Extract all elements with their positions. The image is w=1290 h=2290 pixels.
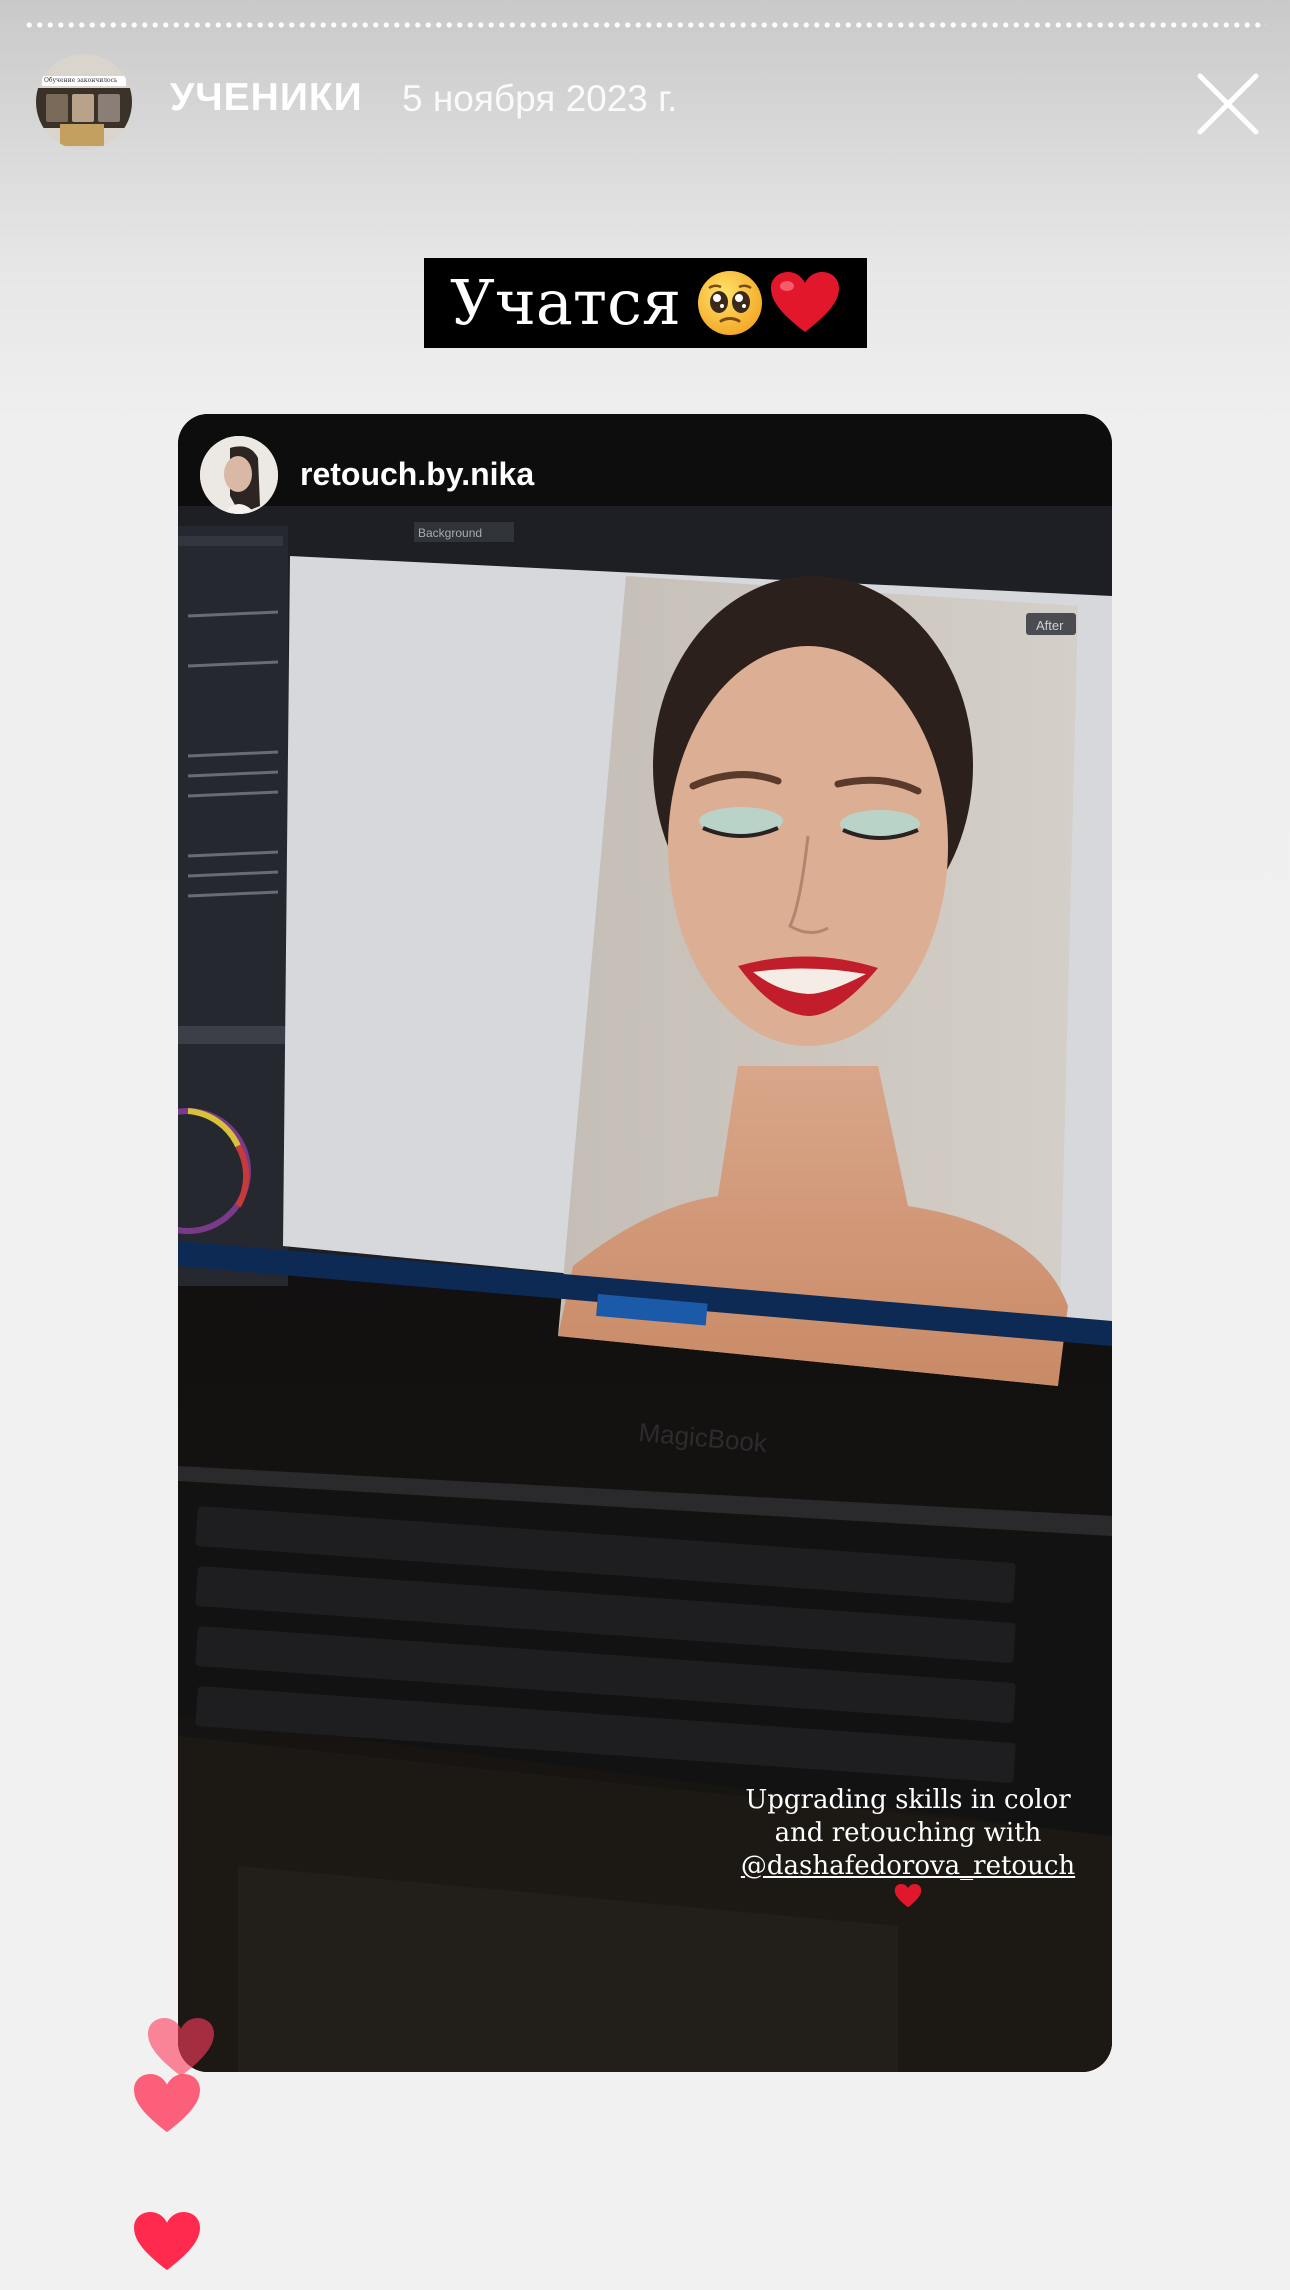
story-header: Обучение закончилось УЧЕНИКИ 5 ноября 20…	[0, 50, 1290, 160]
reshared-post-card[interactable]: retouch.by.nika After Background MagicBo…	[178, 414, 1112, 2072]
close-button[interactable]	[1196, 72, 1260, 136]
reshared-caption: Upgrading skills in color and retouching…	[738, 1784, 1078, 1918]
mention-link[interactable]: @dashafedorova_retouch	[738, 1850, 1078, 1883]
red-heart-icon	[770, 272, 839, 332]
highlight-avatar[interactable]: Обучение закончилось	[36, 54, 132, 150]
avatar-caption: Обучение закончилось	[44, 77, 118, 84]
story-progress-bar	[24, 22, 1266, 28]
story-date: 5 ноября 2023 г.	[402, 78, 678, 119]
highlight-title[interactable]: УЧЕНИКИ	[170, 76, 363, 120]
caption-sticker: Учатся	[424, 258, 867, 348]
layer-label: Background	[418, 526, 482, 540]
author-username[interactable]: retouch.by.nika	[300, 456, 534, 493]
floating-heart-icon	[148, 2017, 214, 2077]
author-avatar[interactable]	[200, 436, 278, 514]
red-heart-icon	[894, 1883, 922, 1908]
pleading-face-icon	[697, 271, 762, 335]
after-label: After	[1036, 618, 1064, 633]
caption-text: Учатся	[450, 266, 681, 339]
floating-heart-icon	[134, 2211, 200, 2271]
reshared-post-header: retouch.by.nika	[178, 414, 1112, 514]
close-icon	[1197, 73, 1259, 135]
floating-heart-icon	[134, 2073, 200, 2133]
